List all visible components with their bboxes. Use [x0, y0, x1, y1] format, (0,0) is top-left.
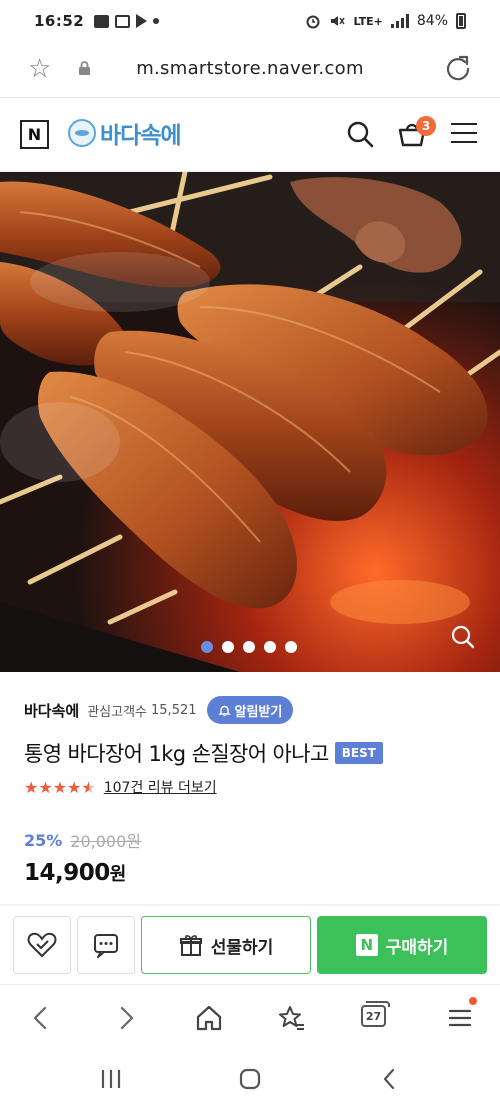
- more-notifications-icon: [153, 18, 160, 24]
- product-title: 통영 바다장어 1kg 손질장어 아나고: [24, 742, 329, 766]
- browser-menu-icon[interactable]: [445, 1003, 475, 1033]
- original-price: 20,000원: [70, 832, 142, 851]
- back-arrow-icon[interactable]: [26, 1003, 56, 1033]
- hamburger-menu-icon[interactable]: [451, 123, 477, 145]
- battery-percent: 84%: [416, 13, 448, 29]
- purchase-action-bar: 선물하기 N 구매하기: [0, 906, 500, 984]
- subscribe-alert-button[interactable]: 알림받기: [206, 696, 294, 724]
- grilled-eel-photo: [0, 172, 500, 672]
- fans-count: 15,521: [151, 702, 197, 718]
- signal-icon: [390, 14, 409, 28]
- update-notification-dot: [469, 997, 477, 1005]
- store-header: N 바다속에 3: [0, 98, 500, 172]
- mute-icon: [331, 16, 346, 26]
- sale-price: 14,900원: [24, 860, 141, 886]
- browser-address-bar[interactable]: ☆ m.smartstore.naver.com: [0, 42, 500, 98]
- gallery-dot[interactable]: [285, 641, 297, 653]
- gift-button-label: 선물하기: [210, 937, 274, 958]
- url-text[interactable]: m.smartstore.naver.com: [0, 58, 500, 79]
- status-bar: 16:52 LTE+ 84%: [0, 0, 500, 42]
- product-image-gallery[interactable]: [0, 172, 500, 672]
- notification-icons: [94, 14, 160, 28]
- system-status: LTE+ 84%: [305, 13, 466, 29]
- battery-icon: [456, 13, 466, 29]
- status-time: 16:52: [34, 12, 85, 30]
- wishlist-button[interactable]: [13, 916, 71, 974]
- store-logo-text: 바다속에: [100, 123, 182, 149]
- system-back-icon[interactable]: [378, 1067, 402, 1091]
- discount-rate: 25%: [24, 830, 63, 850]
- recent-apps-icon[interactable]: [99, 1067, 123, 1091]
- best-badge: BEST: [334, 742, 383, 764]
- buy-button-label: 구매하기: [385, 937, 449, 958]
- gallery-dot[interactable]: [243, 641, 255, 653]
- home-icon[interactable]: [194, 1003, 224, 1033]
- price-area: 25% 20,000원 14,900원: [24, 828, 142, 887]
- gift-icon: [179, 935, 202, 956]
- sale-price-value: 14,900: [24, 860, 110, 886]
- system-home-icon[interactable]: [238, 1067, 262, 1091]
- network-type: LTE+: [353, 14, 383, 28]
- currency-unit: 원: [109, 864, 127, 885]
- gallery-dot[interactable]: [264, 641, 276, 653]
- tabs-count-button[interactable]: 27: [361, 1001, 390, 1027]
- naver-pay-icon: N: [355, 934, 378, 956]
- store-name-link[interactable]: 바다속에: [24, 700, 79, 721]
- play-notification-icon: [136, 14, 148, 28]
- fans-label: 관심고객수: [87, 704, 148, 720]
- system-navigation-bar: [0, 1050, 500, 1111]
- gallery-dot[interactable]: [222, 641, 234, 653]
- heart-check-icon: [27, 932, 57, 958]
- product-title-row: 통영 바다장어 1kg 손질장어 아나고 BEST: [24, 738, 484, 768]
- reload-icon[interactable]: [444, 54, 472, 82]
- alert-button-label: 알림받기: [234, 704, 283, 720]
- image-notification-icon: [94, 14, 110, 28]
- zoom-search-icon[interactable]: [448, 622, 478, 652]
- alarm-icon: [306, 15, 320, 29]
- rating-stars: ★★★★★: [24, 777, 96, 797]
- naver-home-button[interactable]: N: [20, 120, 49, 149]
- gift-button[interactable]: 선물하기: [141, 916, 311, 974]
- app-notification-icon: [115, 14, 131, 28]
- store-info-row: 바다속에 관심고객수 15,521 알림받기: [24, 696, 294, 724]
- gallery-dot[interactable]: [201, 641, 213, 653]
- rating-row: ★★★★★ 107건 리뷰 더보기: [24, 777, 217, 797]
- review-link[interactable]: 107건 리뷰 더보기: [104, 777, 217, 797]
- forward-arrow-icon[interactable]: [111, 1003, 141, 1033]
- talk-talk-button[interactable]: [77, 916, 135, 974]
- fish-logo-icon: [68, 119, 96, 147]
- gallery-pagination[interactable]: [201, 641, 297, 653]
- bookmarks-star-icon[interactable]: [277, 1003, 307, 1033]
- chat-bubble-icon: [94, 934, 118, 958]
- bell-icon: [217, 705, 231, 716]
- store-logo[interactable]: 바다속에: [68, 116, 182, 150]
- buy-button[interactable]: N 구매하기: [317, 916, 487, 974]
- browser-bottom-nav: 27: [0, 984, 500, 1050]
- search-icon[interactable]: [346, 120, 374, 148]
- cart-count-badge: 3: [416, 116, 436, 136]
